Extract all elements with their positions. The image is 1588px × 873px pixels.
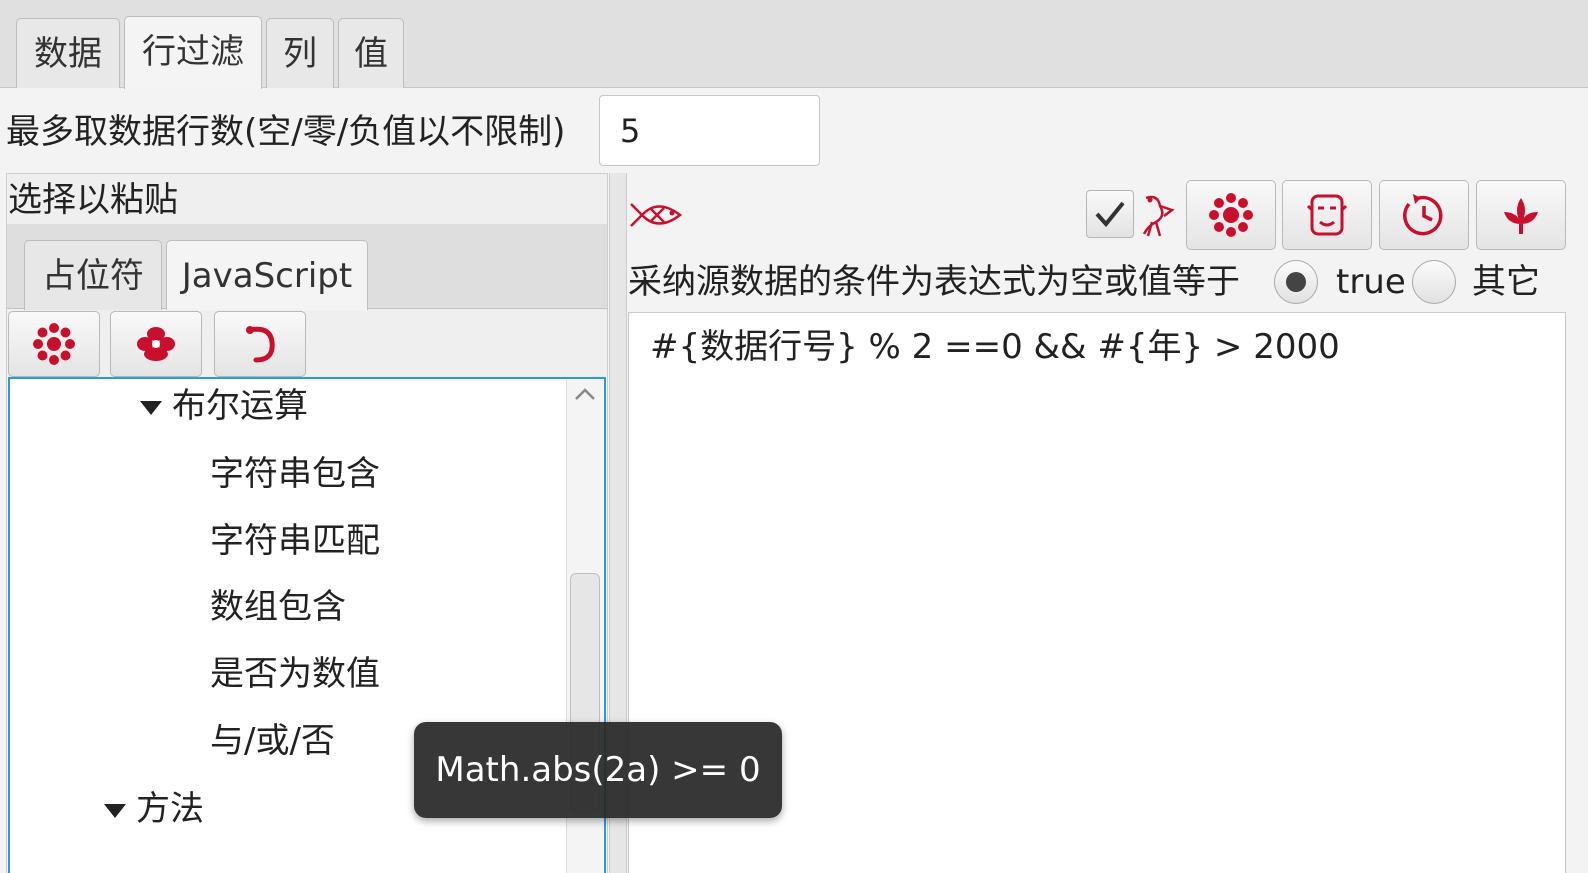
peony-button[interactable] <box>110 311 202 377</box>
clock-icon <box>1403 194 1443 236</box>
checkmark-icon <box>1095 201 1125 228</box>
enable-checkbox[interactable] <box>1086 190 1134 238</box>
tab-row-filter[interactable]: 行过滤 <box>124 16 262 89</box>
tooltip: Math.abs(2a) >= 0 <box>414 722 782 818</box>
dragon-button[interactable] <box>214 311 306 377</box>
expand-arrow-icon[interactable] <box>104 803 126 818</box>
expand-arrow-icon[interactable] <box>140 400 162 415</box>
tab-javascript[interactable]: JavaScript <box>166 240 368 310</box>
lotus-icon <box>1504 198 1538 234</box>
fish-icon[interactable] <box>628 190 684 240</box>
tab-placeholders[interactable]: 占位符 <box>24 240 162 310</box>
paste-panel-title: 选择以粘贴 <box>8 180 178 220</box>
flower-button-right[interactable] <box>1186 180 1276 250</box>
tab-columns[interactable]: 列 <box>266 18 334 88</box>
radio-other-label[interactable]: 其它 <box>1472 257 1540 307</box>
tab-values[interactable]: 值 <box>338 18 404 88</box>
expression-text[interactable]: #{数据行号} % 2 ==0 && #{年} > 2000 <box>650 322 1340 372</box>
dragon-icon <box>246 326 275 363</box>
radio-selected-dot <box>1286 272 1306 292</box>
flower-icon <box>33 323 75 365</box>
mask-button[interactable] <box>1282 180 1372 250</box>
tree-item-and-or-not[interactable]: 与/或/否 <box>210 716 335 766</box>
scroll-up-icon[interactable] <box>573 386 597 402</box>
tree-item-boolean[interactable]: 布尔运算 <box>140 381 308 431</box>
radio-true[interactable] <box>1274 260 1318 304</box>
tab-data[interactable]: 数据 <box>16 18 120 88</box>
max-rows-label: 最多取数据行数(空/零/负值以不限制) <box>6 112 566 152</box>
tree-item-array-contains[interactable]: 数组包含 <box>210 582 346 632</box>
lotus-button[interactable] <box>1476 180 1566 250</box>
tree-item-label: 布尔运算 <box>172 386 308 426</box>
flower-icon <box>1209 193 1253 237</box>
tree-item-string-contains[interactable]: 字符串包含 <box>210 449 380 499</box>
max-rows-input[interactable] <box>599 95 820 166</box>
flower-button[interactable] <box>8 311 100 377</box>
peony-icon <box>137 327 175 361</box>
bird-icon <box>1142 195 1175 237</box>
mask-icon <box>1306 194 1348 236</box>
radio-true-label[interactable]: true <box>1336 257 1406 307</box>
tree-item-string-match[interactable]: 字符串匹配 <box>210 516 380 566</box>
tree-item-is-number[interactable]: 是否为数值 <box>210 649 380 699</box>
history-button[interactable] <box>1379 180 1469 250</box>
tree-item-label: 方法 <box>136 789 204 829</box>
radio-other[interactable] <box>1412 260 1456 304</box>
condition-label: 采纳源数据的条件为表达式为空或值等于 <box>628 262 1240 302</box>
tree-item-methods[interactable]: 方法 <box>104 784 204 834</box>
